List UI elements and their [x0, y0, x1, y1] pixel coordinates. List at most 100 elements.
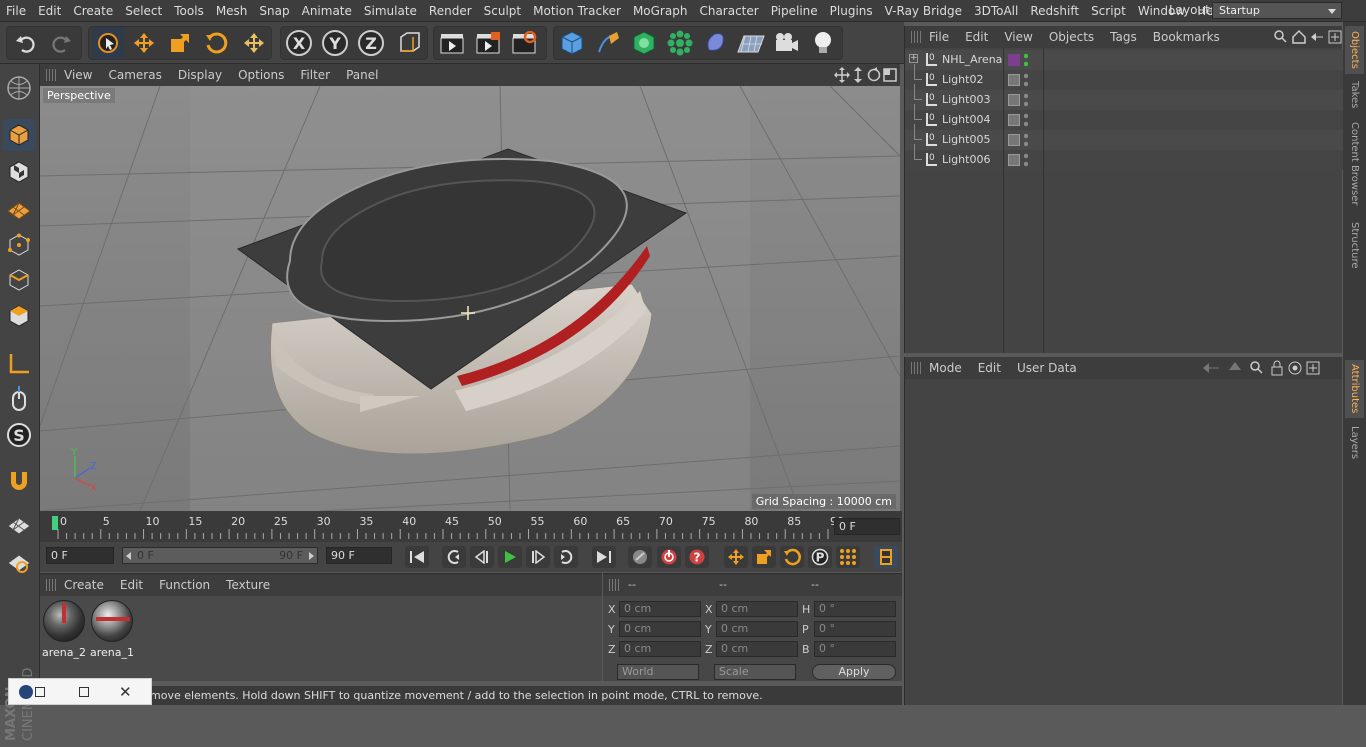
redo-icon[interactable] [45, 27, 77, 59]
model-mode-icon[interactable] [3, 119, 35, 151]
light-icon[interactable] [807, 27, 839, 59]
viewport-menu-view[interactable]: View [56, 68, 100, 82]
key-scale-icon[interactable] [752, 546, 776, 568]
material-menu-texture[interactable]: Texture [218, 578, 278, 592]
menu-tools[interactable]: Tools [168, 4, 210, 18]
home-icon[interactable] [1292, 29, 1306, 44]
points-mode-icon[interactable] [3, 229, 35, 261]
tab-objects[interactable]: Objects [1345, 26, 1364, 74]
magnet-icon[interactable] [3, 466, 35, 498]
transform-tool-icon[interactable] [238, 27, 270, 59]
make-editable-icon[interactable] [3, 72, 35, 104]
menu-create[interactable]: Create [67, 4, 119, 18]
live-selection-icon[interactable] [92, 27, 124, 59]
axis-mode-icon[interactable] [3, 348, 35, 380]
visibility-dots-icon[interactable] [1024, 152, 1028, 168]
pos-x-field[interactable]: 0 cm [619, 601, 701, 617]
drag-grip-icon[interactable] [609, 579, 619, 591]
key-position-icon[interactable] [724, 546, 748, 568]
expand-icon[interactable]: + [909, 54, 918, 63]
workplane-mode-icon[interactable] [3, 192, 35, 224]
menu-render[interactable]: Render [423, 4, 478, 18]
new-window-icon[interactable] [1306, 361, 1320, 375]
attribute-menu-mode[interactable]: Mode [921, 361, 970, 375]
scale-tool-icon[interactable] [164, 27, 196, 59]
timeline[interactable]: 051015202530354045505560657075808590 0 F [40, 511, 902, 542]
layout-select[interactable]: Startup [1212, 2, 1342, 19]
previous-key-icon[interactable] [442, 546, 466, 568]
pos-y-field[interactable]: 0 cm [619, 621, 701, 637]
go-to-start-icon[interactable] [405, 546, 429, 568]
object-menu-bookmarks[interactable]: Bookmarks [1145, 30, 1228, 44]
menu-mesh[interactable]: Mesh [210, 4, 254, 18]
rotate-tool-icon[interactable] [200, 27, 232, 59]
drag-grip-icon[interactable] [46, 579, 56, 591]
viewport-menu-display[interactable]: Display [170, 68, 230, 82]
attribute-menu-edit[interactable]: Edit [970, 361, 1009, 375]
material-menu-function[interactable]: Function [151, 578, 218, 592]
cloner-icon[interactable] [664, 27, 696, 59]
viewport-menu-options[interactable]: Options [230, 68, 292, 82]
viewport-menu-panel[interactable]: Panel [338, 68, 386, 82]
tweak-mode-icon[interactable] [3, 383, 35, 415]
attribute-menu-user-data[interactable]: User Data [1009, 361, 1085, 375]
object-menu-edit[interactable]: Edit [957, 30, 996, 44]
target-icon[interactable] [1288, 361, 1302, 375]
end-frame-field[interactable]: 90 F [326, 547, 392, 564]
menu-select[interactable]: Select [119, 4, 168, 18]
workplane-lock-icon[interactable] [3, 509, 35, 541]
pan-view-icon[interactable] [834, 67, 850, 83]
visibility-dots-icon[interactable] [1024, 92, 1028, 108]
key-pla-icon[interactable] [836, 546, 860, 568]
search-icon[interactable] [1250, 361, 1263, 374]
menu-plugins[interactable]: Plugins [824, 4, 879, 18]
drag-grip-icon[interactable] [46, 69, 56, 81]
coordinate-system-icon[interactable] [393, 27, 425, 59]
drag-grip-icon[interactable] [911, 31, 921, 43]
apply-button[interactable]: Apply [812, 664, 896, 680]
tab-layers[interactable]: Layers [1345, 424, 1364, 462]
timeline-ruler[interactable]: 051015202530354045505560657075808590 [48, 511, 868, 542]
object-menu-file[interactable]: File [921, 30, 957, 44]
record-keys-icon[interactable] [628, 546, 652, 568]
next-key-icon[interactable] [554, 546, 578, 568]
snap-icon[interactable]: S [3, 419, 35, 451]
frame-range-slider[interactable]: 0 F 90 F [122, 547, 318, 564]
render-picture-viewer-icon[interactable] [472, 27, 504, 59]
zoom-view-icon[interactable] [854, 67, 862, 83]
visibility-dots-icon[interactable] [1024, 72, 1028, 88]
cube-primitive-icon[interactable] [556, 27, 588, 59]
object-row-light006[interactable]: 0 Light006 [905, 144, 1343, 170]
menu-file[interactable]: File [0, 4, 32, 18]
planar-workplane-icon[interactable] [3, 546, 35, 578]
render-view-icon[interactable] [436, 27, 468, 59]
lock-icon[interactable] [1271, 360, 1283, 376]
floor-icon[interactable] [735, 27, 767, 59]
object-row-light004[interactable]: 0 Light004 [905, 104, 1343, 130]
menu-animate[interactable]: Animate [296, 4, 358, 18]
light-toggle-icon[interactable] [1008, 74, 1020, 86]
back-icon[interactable] [1311, 33, 1323, 41]
start-frame-field[interactable]: 0 F [46, 547, 114, 564]
light-toggle-icon[interactable] [1008, 134, 1020, 146]
light-toggle-icon[interactable] [1008, 154, 1020, 166]
subdivision-surface-icon[interactable] [628, 27, 660, 59]
texture-mode-icon[interactable] [3, 156, 35, 188]
range-right-arrow-icon[interactable] [309, 552, 314, 560]
polygons-mode-icon[interactable] [3, 300, 35, 332]
material-menu-create[interactable]: Create [56, 578, 112, 592]
menu-edit[interactable]: Edit [32, 4, 67, 18]
menu-mograph[interactable]: MoGraph [627, 4, 694, 18]
menu-motion-tracker[interactable]: Motion Tracker [527, 4, 627, 18]
back-arrow-icon[interactable] [1203, 363, 1219, 373]
axis-y-button[interactable]: Y [319, 27, 351, 59]
axis-x-button[interactable]: X [283, 27, 315, 59]
playhead[interactable] [52, 516, 58, 530]
visibility-dots-icon[interactable] [1024, 52, 1028, 68]
menu-sculpt[interactable]: Sculpt [478, 4, 527, 18]
tab-takes[interactable]: Takes [1345, 78, 1364, 112]
size-z-field[interactable]: 0 cm [716, 641, 798, 657]
rot-h-field[interactable]: 0 ° [814, 601, 896, 617]
viewport-menu-filter[interactable]: Filter [292, 68, 338, 82]
new-window-icon[interactable] [1328, 30, 1342, 44]
